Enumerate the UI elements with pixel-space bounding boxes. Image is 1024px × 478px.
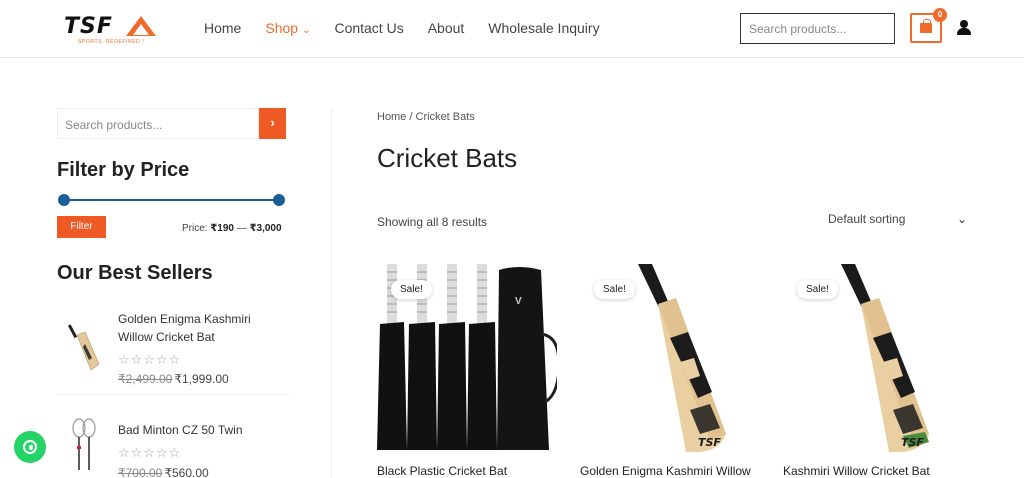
cart-count-badge: 0 xyxy=(933,8,947,22)
svg-text:TSF: TSF xyxy=(698,436,721,449)
filter-by-price-heading: Filter by Price xyxy=(57,159,190,181)
product-image[interactable]: V Sale! xyxy=(377,264,557,454)
site-header: TSF SPORTS, REDEFINED ! Home Shop ⌄ Conta… xyxy=(0,0,1024,58)
main-nav: Home Shop ⌄ Contact Us About Wholesale In… xyxy=(204,20,624,36)
cart-button[interactable]: 0 xyxy=(910,8,947,43)
nav-wholesale-inquiry[interactable]: Wholesale Inquiry xyxy=(488,20,599,36)
product-image[interactable]: TSF Sale! xyxy=(783,264,963,454)
best-seller-name[interactable]: Golden Enigma Kashmiri Willow Cricket Ba… xyxy=(118,310,268,346)
logo-text: TSF xyxy=(64,14,113,39)
breadcrumb[interactable]: Home / Cricket Bats xyxy=(377,111,475,123)
column-divider xyxy=(331,108,332,478)
filter-button[interactable]: Filter xyxy=(57,216,106,238)
price-slider-min-handle[interactable] xyxy=(58,194,70,206)
product-card[interactable]: TSF Sale! Kashmiri Willow Cricket Bat xyxy=(783,264,963,478)
shopping-bag-icon xyxy=(920,19,932,33)
star-rating: ☆☆☆☆☆ xyxy=(118,445,182,460)
product-card[interactable]: V Sale! Black Plastic Cricket Bat xyxy=(377,264,557,478)
price-slider-max-handle[interactable] xyxy=(273,194,285,206)
product-thumbnail[interactable] xyxy=(65,416,105,470)
chevron-down-icon: ⌄ xyxy=(302,25,311,36)
svg-text:V: V xyxy=(515,296,522,307)
price-slider-track[interactable] xyxy=(63,199,279,201)
chevron-right-icon: › xyxy=(270,115,275,130)
product-name[interactable]: Kashmiri Willow Cricket Bat xyxy=(783,464,930,478)
nav-contact-us[interactable]: Contact Us xyxy=(334,20,403,36)
nav-home[interactable]: Home xyxy=(204,20,241,36)
product-image[interactable]: TSF Sale! xyxy=(580,264,760,454)
tsf-logo[interactable]: TSF SPORTS, REDEFINED ! xyxy=(64,14,160,45)
sidebar-search-button[interactable]: › xyxy=(259,108,286,139)
price-range-label: Price: ₹190 — ₹3,000 xyxy=(182,223,282,234)
whatsapp-icon[interactable] xyxy=(14,431,46,463)
best-seller-price: ₹700.00 ₹560.00 xyxy=(118,466,209,478)
header-search-input[interactable]: Search products... xyxy=(740,13,895,44)
divider xyxy=(57,394,289,395)
product-name[interactable]: Golden Enigma Kashmiri Willow xyxy=(580,464,751,478)
best-sellers-heading: Our Best Sellers xyxy=(57,262,213,284)
nav-shop[interactable]: Shop ⌄ xyxy=(265,20,310,36)
product-name[interactable]: Black Plastic Cricket Bat xyxy=(377,464,507,478)
page-title: Cricket Bats xyxy=(377,143,518,173)
user-icon[interactable] xyxy=(957,20,971,35)
sale-badge: Sale! xyxy=(797,280,838,299)
best-seller-price: ₹2,499.00 ₹1,999.00 xyxy=(118,372,229,386)
sorting-select[interactable]: Default sorting ⌄ xyxy=(828,212,971,226)
star-rating: ☆☆☆☆☆ xyxy=(118,352,182,367)
chevron-down-icon: ⌄ xyxy=(956,212,967,226)
result-count: Showing all 8 results xyxy=(377,215,488,229)
logo-tagline: SPORTS, REDEFINED ! xyxy=(78,39,145,45)
svg-text:TSF: TSF xyxy=(901,436,924,449)
product-thumbnail[interactable] xyxy=(65,320,105,374)
sale-badge: Sale! xyxy=(391,280,432,299)
product-card[interactable]: TSF Sale! Golden Enigma Kashmiri Willow xyxy=(580,264,760,478)
sale-badge: Sale! xyxy=(594,280,635,299)
best-seller-name[interactable]: Bad Minton CZ 50 Twin xyxy=(118,421,268,439)
nav-about[interactable]: About xyxy=(428,20,465,36)
sidebar-search-input[interactable]: Search products... xyxy=(57,108,259,139)
